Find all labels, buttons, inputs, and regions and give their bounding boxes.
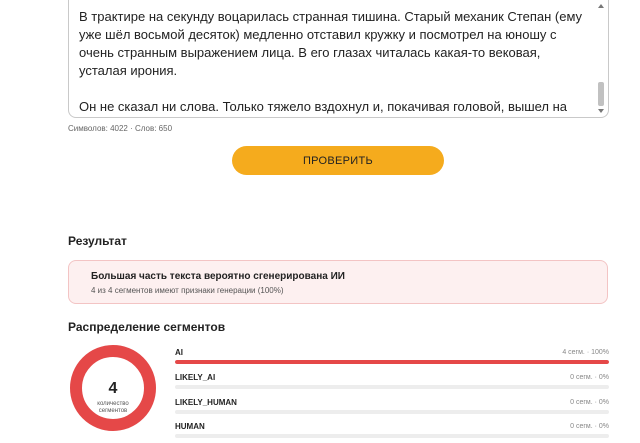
segment-label: AI bbox=[175, 348, 183, 357]
segment-row-likely-human: LIKELY_HUMAN 0 сегм. · 0% bbox=[175, 398, 609, 418]
segment-bar-track bbox=[175, 385, 609, 389]
segment-value: 4 сегм. · 100% bbox=[562, 349, 609, 356]
segment-bar-track bbox=[175, 410, 609, 414]
character-word-counter: Символов: 4022 · Слов: 650 bbox=[68, 124, 173, 133]
segment-bar-track bbox=[175, 360, 609, 364]
segment-bar-track bbox=[175, 434, 609, 438]
segment-row-ai: AI 4 сегм. · 100% bbox=[175, 348, 609, 368]
scroll-thumb[interactable] bbox=[598, 82, 604, 106]
scroll-up-icon[interactable] bbox=[598, 4, 604, 8]
segment-value: 0 сегм. · 0% bbox=[570, 374, 609, 381]
result-detail: 4 из 4 сегментов имеют признаки генераци… bbox=[91, 286, 284, 295]
segment-row-likely-ai: LIKELY_AI 0 сегм. · 0% bbox=[175, 373, 609, 393]
segment-count: 4 bbox=[108, 380, 118, 397]
textarea-scrollbar[interactable] bbox=[597, 2, 606, 115]
caption-line-2: сегментов bbox=[98, 408, 128, 414]
segment-label: HUMAN bbox=[175, 422, 205, 431]
segment-value: 0 сегм. · 0% bbox=[570, 399, 609, 406]
text-input-area[interactable]: В трактире на секунду воцарилась странна… bbox=[68, 0, 609, 118]
segment-label: LIKELY_HUMAN bbox=[175, 398, 237, 407]
result-verdict: Большая часть текста вероятно сгенериров… bbox=[91, 271, 345, 282]
scroll-down-icon[interactable] bbox=[598, 109, 604, 113]
segment-bar-fill bbox=[175, 360, 609, 364]
segments-donut-chart: 4 количество сегментов bbox=[69, 344, 157, 432]
segment-value: 0 сегм. · 0% bbox=[570, 423, 609, 430]
input-text[interactable]: В трактире на секунду воцарилась странна… bbox=[79, 8, 591, 117]
segment-label: LIKELY_AI bbox=[175, 373, 216, 382]
segment-row-human: HUMAN 0 сегм. · 0% bbox=[175, 422, 609, 442]
distribution-heading: Распределение сегментов bbox=[68, 320, 226, 334]
caption-line-1: количество bbox=[97, 401, 129, 407]
result-heading: Результат bbox=[68, 234, 127, 248]
segment-count-caption: количество сегментов bbox=[69, 401, 157, 415]
result-card: Большая часть текста вероятно сгенериров… bbox=[68, 260, 608, 304]
check-button[interactable]: ПРОВЕРИТЬ bbox=[232, 146, 444, 175]
